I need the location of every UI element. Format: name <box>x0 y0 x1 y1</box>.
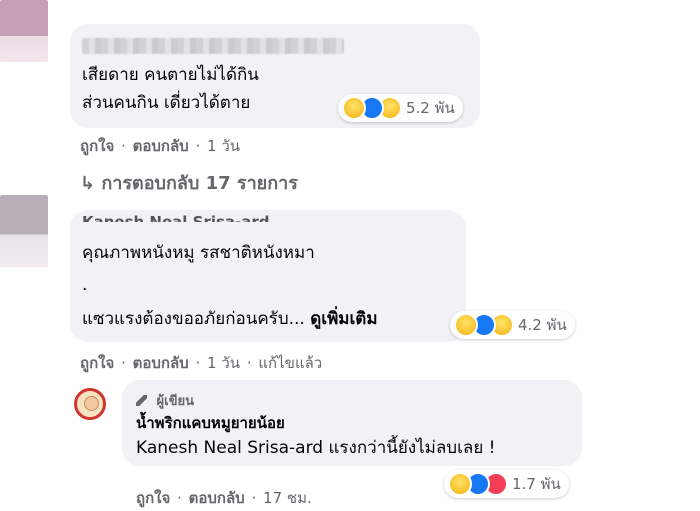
like-button[interactable]: ถูกใจ <box>136 489 170 507</box>
comment-text-line: เสียดาย คนตายไม่ได้กิน <box>82 65 259 85</box>
reply-timestamp[interactable]: 17 ชม. <box>263 489 312 507</box>
author-name[interactable]: น้ำพริกแคบหมูยายน้อย <box>136 412 285 434</box>
reaction-summary[interactable]: 4.2 พัน <box>450 311 575 339</box>
haha-icon <box>454 313 478 337</box>
commenter-name[interactable] <box>82 38 344 54</box>
reaction-count: 4.2 พัน <box>518 316 567 334</box>
edited-label: แก้ไขแล้ว <box>258 354 323 372</box>
commenter-avatar[interactable] <box>0 0 48 62</box>
comment-actions: ถูกใจ · ตอบกลับ · 1 วัน <box>80 137 241 155</box>
commenter-avatar[interactable] <box>0 195 48 267</box>
pen-icon <box>136 395 147 406</box>
comment-text-line: . <box>82 275 88 295</box>
haha-icon <box>448 472 472 496</box>
reply-button[interactable]: ตอบกลับ <box>133 137 189 155</box>
view-replies-link[interactable]: ↳ การตอบกลับ 17 รายการ <box>80 168 298 197</box>
reply-button[interactable]: ตอบกลับ <box>189 489 245 507</box>
comment-actions: ถูกใจ · ตอบกลับ · 1 วัน · แก้ไขแล้ว <box>80 354 323 372</box>
reaction-summary[interactable]: 1.7 พัน <box>444 470 569 498</box>
reply-text: Kanesh Neal Srisa-ard แรงกว่านี้ยังไม่ลบ… <box>136 438 496 458</box>
comment-bubble: Kanesh Neal Srisa-ard คุณภาพหนังหมู รสชา… <box>70 210 466 342</box>
comment-timestamp[interactable]: 1 วัน <box>207 137 240 155</box>
reply-bubble: ผู้เขียน น้ำพริกแคบหมูยายน้อย Kanesh Nea… <box>122 380 582 466</box>
comment-text-line: แซวแรงต้องขออภัยก่อนครับ... ดูเพิ่มเติม <box>82 309 378 329</box>
reply-arrow-icon: ↳ <box>80 173 96 194</box>
author-badge: ผู้เขียน <box>136 390 194 411</box>
comment-text-line: คุณภาพหนังหมู รสชาติหนังหมา <box>82 243 315 263</box>
reaction-count: 1.7 พัน <box>512 475 561 493</box>
comment-text-line: ส่วนคนกิน เดี่ยวได้ตาย <box>82 93 251 113</box>
author-avatar[interactable] <box>74 388 106 420</box>
like-button[interactable]: ถูกใจ <box>80 137 114 155</box>
reply-actions: ถูกใจ · ตอบกลับ · 17 ชม. <box>136 489 312 507</box>
like-button[interactable]: ถูกใจ <box>80 354 114 372</box>
commenter-name[interactable]: Kanesh Neal Srisa-ard <box>82 208 270 222</box>
see-more-link[interactable]: ดูเพิ่มเติม <box>310 309 377 329</box>
reply-button[interactable]: ตอบกลับ <box>133 354 189 372</box>
reaction-summary[interactable]: 5.2 พัน <box>338 94 463 122</box>
comment-timestamp[interactable]: 1 วัน <box>207 354 240 372</box>
haha-icon <box>342 96 366 120</box>
avatar-face <box>84 396 99 411</box>
reaction-count: 5.2 พัน <box>406 99 455 117</box>
